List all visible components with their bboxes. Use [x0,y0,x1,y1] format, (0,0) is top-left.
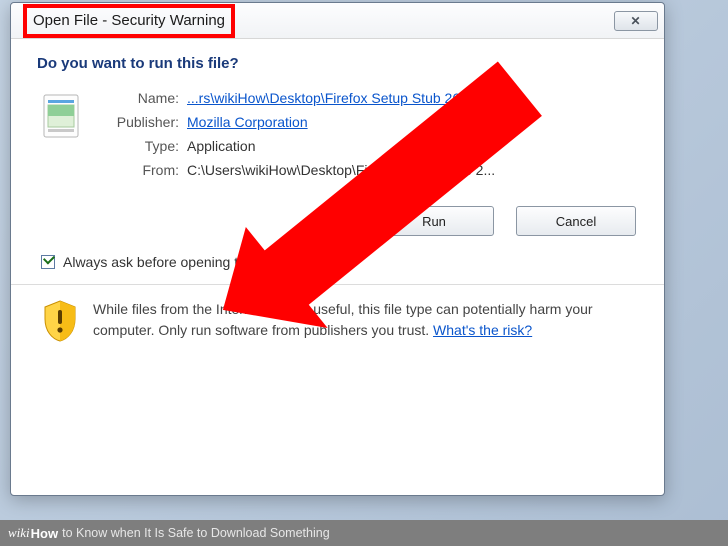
titlebar: Open File - Security Warning ✕ [11,3,664,39]
whats-the-risk-link[interactable]: What's the risk? [433,322,532,338]
caption-wiki: wiki [8,525,30,541]
name-label: Name: [93,90,179,106]
type-label: Type: [93,138,179,154]
from-value: C:\Users\wikiHow\Desktop\Firefox Setup S… [187,162,498,178]
close-button[interactable]: ✕ [614,11,658,31]
file-info-row: Name: ...rs\wikiHow\Desktop\Firefox Setu… [43,90,638,178]
always-ask-label: Always ask before opening this file [63,254,278,270]
always-ask-row[interactable]: Always ask before opening this file [41,254,638,270]
always-ask-checkbox[interactable] [41,255,55,269]
run-button[interactable]: Run [374,206,494,236]
publisher-label: Publisher: [93,114,179,130]
close-icon: ✕ [630,14,641,28]
warning-row: While files from the Internet can be use… [41,299,638,343]
security-warning-dialog: Open File - Security Warning ✕ Do you wa… [10,2,665,496]
button-row: Run Cancel [37,206,636,236]
name-value[interactable]: ...rs\wikiHow\Desktop\Firefox Setup Stub… [187,90,498,106]
window-title: Open File - Security Warning [23,4,235,38]
cancel-button[interactable]: Cancel [516,206,636,236]
prompt-heading: Do you want to run this file? [37,55,638,72]
warning-text: While files from the Internet can be use… [93,299,613,341]
shield-warning-icon [41,299,79,343]
article-caption: wiki How to Know when It Is Safe to Down… [0,520,728,546]
caption-how: How [31,526,58,541]
from-label: From: [93,162,179,178]
dialog-body: Do you want to run this file? Name: ...r… [11,39,664,495]
caption-article: to Know when It Is Safe to Download Some… [62,526,330,540]
exe-file-icon [43,94,79,138]
publisher-value[interactable]: Mozilla Corporation [187,114,498,130]
file-info-table: Name: ...rs\wikiHow\Desktop\Firefox Setu… [93,90,498,178]
divider [11,284,664,285]
type-value: Application [187,138,498,154]
